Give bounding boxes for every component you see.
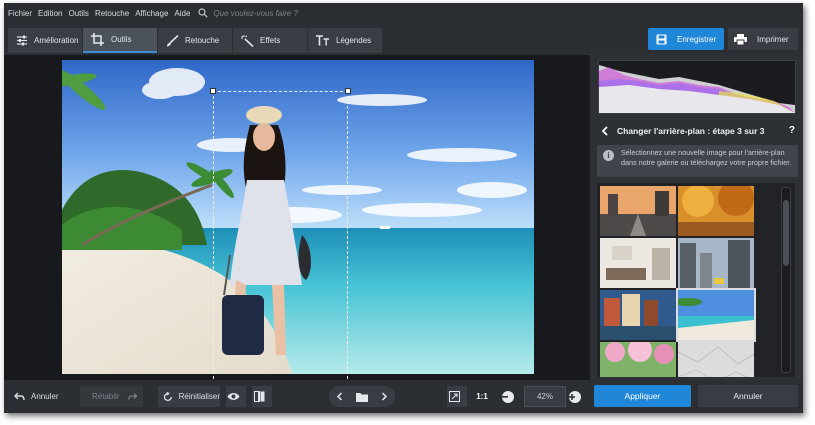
- resize-handle[interactable]: [210, 88, 216, 94]
- menu-edition[interactable]: Edition: [38, 9, 62, 18]
- previous-icon[interactable]: [336, 392, 343, 401]
- magic-wand-icon: [241, 34, 254, 47]
- autumn-park-thumbnail[interactable]: [678, 186, 754, 236]
- menu-retouche[interactable]: Retouche: [95, 9, 129, 18]
- app-window: Fichier Edition Outils Retouche Affichag…: [4, 3, 803, 413]
- preview-button[interactable]: [226, 386, 246, 407]
- actual-size-button[interactable]: 1:1: [472, 386, 492, 407]
- folder-icon[interactable]: [355, 392, 368, 402]
- histogram: [598, 60, 796, 114]
- tab-amelioration[interactable]: Amélioration: [8, 28, 82, 53]
- step-header: Changer l'arrière-plan : étape 3 sur 3 ?: [592, 121, 803, 141]
- apply-button[interactable]: Appliquer: [594, 385, 691, 407]
- canal-town-houses-thumbnail[interactable]: [600, 290, 676, 340]
- search-box[interactable]: [198, 8, 334, 18]
- redo-icon: [127, 393, 137, 400]
- redo-button[interactable]: Rétablir: [80, 386, 143, 407]
- menu-aide[interactable]: Aide: [174, 9, 190, 18]
- tab-retouche[interactable]: Retouche: [158, 28, 232, 53]
- undo-icon: [14, 392, 25, 401]
- minus-icon: [502, 390, 514, 403]
- save-icon: [656, 34, 667, 44]
- print-button[interactable]: Imprimer: [728, 28, 798, 50]
- info-icon: i: [603, 150, 614, 161]
- help-icon[interactable]: ?: [789, 125, 795, 136]
- background-gallery: [597, 183, 795, 377]
- toolbar: Amélioration Outils Retouche Effets Lége…: [4, 23, 803, 55]
- city-street-sunset-thumbnail[interactable]: [600, 186, 676, 236]
- reset-icon: [163, 391, 172, 401]
- gallery-scrollbar[interactable]: [781, 187, 791, 373]
- fit-screen-icon: [448, 391, 460, 402]
- compare-icon: [253, 391, 264, 402]
- step-title: Changer l'arrière-plan : étape 3 sur 3: [617, 126, 765, 136]
- zoom-level[interactable]: 42%: [524, 386, 566, 407]
- crop-icon: [91, 33, 104, 46]
- tab-label: Amélioration: [34, 36, 79, 45]
- text-icon: [316, 35, 329, 46]
- plus-icon: [569, 390, 581, 403]
- tool-tabs: Amélioration Outils Retouche Effets Lége…: [8, 28, 383, 53]
- menu-affichage[interactable]: Affichage: [135, 9, 168, 18]
- menu-outils[interactable]: Outils: [68, 9, 88, 18]
- tab-label: Légendes: [336, 36, 372, 45]
- reset-label: Réinitialiser: [178, 392, 220, 401]
- fit-to-screen-button[interactable]: [447, 386, 467, 407]
- tab-label: Retouche: [185, 36, 220, 45]
- resize-handle[interactable]: [345, 88, 351, 94]
- menu-fichier[interactable]: Fichier: [8, 9, 32, 18]
- tab-effets[interactable]: Effets: [233, 28, 307, 53]
- back-arrow-icon[interactable]: [601, 126, 608, 136]
- search-input[interactable]: [213, 8, 334, 18]
- scrollbar-thumb[interactable]: [783, 200, 789, 266]
- eye-icon: [227, 393, 239, 400]
- blossom-garden-thumbnail[interactable]: [600, 342, 676, 377]
- menu-bar: Fichier Edition Outils Retouche Affichag…: [4, 3, 803, 23]
- cancel-button[interactable]: Annuler: [698, 385, 798, 407]
- next-icon[interactable]: [381, 392, 388, 401]
- brush-icon: [167, 34, 179, 46]
- info-box: i Sélectionnez une nouvelle image pour l…: [597, 145, 798, 177]
- save-button[interactable]: Enregistrer: [648, 28, 724, 50]
- undo-label: Annuler: [31, 392, 59, 401]
- bottom-bar: Annuler Rétablir Réinitialiser 1:1 42% A…: [4, 380, 803, 413]
- tab-label: Outils: [111, 35, 132, 44]
- undo-button[interactable]: Annuler: [14, 386, 59, 407]
- print-label: Imprimer: [757, 34, 789, 44]
- living-room-interior-thumbnail[interactable]: [600, 238, 676, 288]
- tab-legendes[interactable]: Légendes: [308, 28, 382, 53]
- selection-frame[interactable]: [210, 88, 351, 387]
- info-text: Sélectionnez une nouvelle image pour l'a…: [621, 148, 792, 167]
- background-panel: Changer l'arrière-plan : étape 3 sur 3 ?…: [592, 55, 803, 380]
- save-label: Enregistrer: [677, 34, 717, 44]
- zoom-out-button[interactable]: [501, 386, 515, 407]
- compare-button[interactable]: [252, 386, 272, 407]
- file-navigation: [329, 386, 395, 407]
- printer-icon: [734, 33, 747, 45]
- sliders-icon: [17, 35, 27, 46]
- photo-canvas[interactable]: [4, 55, 590, 387]
- city-skyscrapers-thumbnail[interactable]: [678, 238, 754, 288]
- redo-label: Rétablir: [92, 392, 120, 401]
- search-icon: [198, 8, 209, 18]
- tab-label: Effets: [260, 36, 281, 45]
- reset-button[interactable]: Réinitialiser: [158, 386, 220, 407]
- tab-outils[interactable]: Outils: [83, 28, 157, 53]
- crumpled-paper-thumbnail[interactable]: [678, 342, 754, 377]
- tropical-beach-thumbnail[interactable]: [676, 288, 756, 342]
- zoom-in-button[interactable]: [568, 386, 582, 407]
